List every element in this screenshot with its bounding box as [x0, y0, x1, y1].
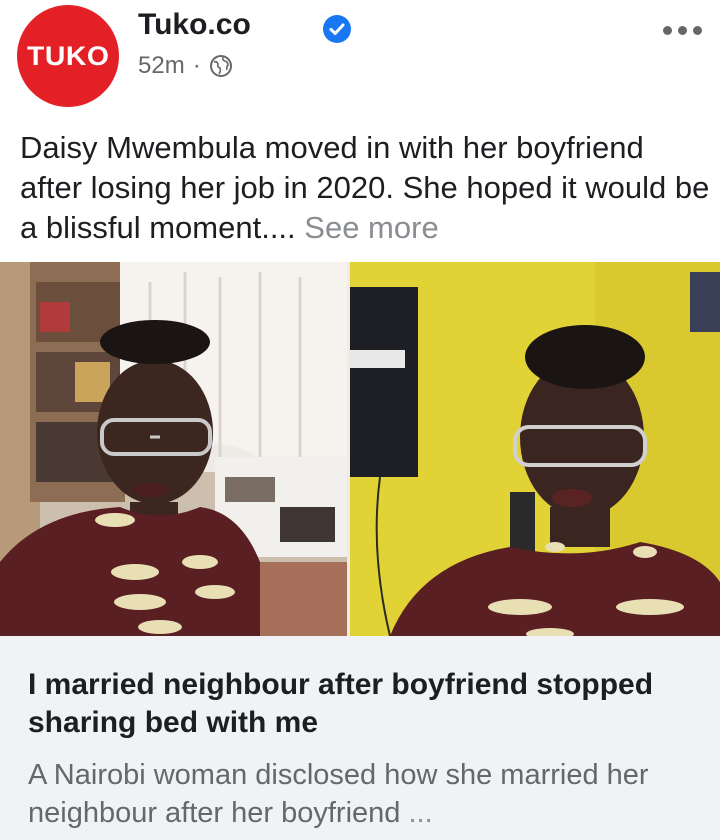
more-options-button[interactable]	[663, 26, 702, 35]
page-name-link[interactable]: Tuko.co	[138, 8, 251, 42]
meta-separator: ·	[192, 52, 201, 79]
more-options-icon	[678, 26, 687, 35]
avatar-logo-text: TUKO	[26, 40, 110, 71]
photo-right-panel	[350, 262, 720, 636]
photo-left-image	[0, 262, 347, 636]
link-description: A Nairobi woman disclosed how she marrie…	[28, 756, 698, 832]
post-caption: Daisy Mwembula moved in with her boyfrie…	[20, 128, 710, 248]
link-headline[interactable]: I married neighbour after boyfriend stop…	[28, 666, 698, 742]
post-photo[interactable]	[0, 262, 720, 636]
verified-badge-icon	[323, 15, 351, 43]
post-header: TUKO Tuko.co 52m ·	[0, 0, 720, 110]
photo-right-image	[350, 262, 720, 636]
see-more-link[interactable]: See more	[304, 210, 438, 245]
link-description-ellipsis: ...	[408, 797, 433, 829]
globe-icon	[209, 55, 232, 77]
photo-left-panel	[0, 262, 347, 636]
post-meta: 52m ·	[138, 52, 233, 80]
link-description-text: A Nairobi woman disclosed how she marrie…	[28, 759, 649, 829]
post-timestamp[interactable]: 52m	[138, 52, 185, 80]
more-options-icon	[663, 26, 672, 35]
more-options-icon	[693, 26, 702, 35]
link-preview-card[interactable]: I married neighbour after boyfriend stop…	[0, 636, 720, 840]
page-avatar[interactable]: TUKO	[17, 5, 119, 107]
